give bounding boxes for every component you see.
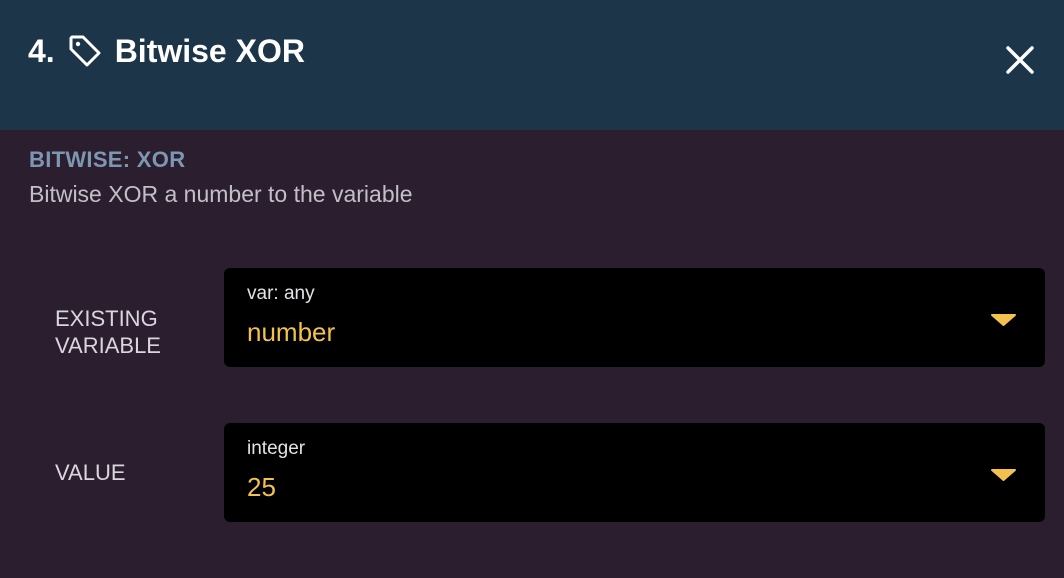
existing-variable-type: var: any: [247, 283, 315, 304]
close-icon: [1006, 46, 1034, 74]
dialog-title: 4. Bitwise XOR: [28, 30, 305, 72]
existing-variable-label: EXISTING VARIABLE: [55, 305, 161, 359]
value-label: VALUE: [55, 460, 126, 485]
dialog-title-text: Bitwise XOR: [114, 32, 305, 69]
existing-variable-select[interactable]: var: any number: [224, 268, 1045, 367]
chevron-down-icon: [991, 469, 1016, 481]
section-title: BITWISE: XOR: [29, 147, 186, 172]
existing-variable-label-line1: EXISTING: [55, 306, 158, 331]
section-description: Bitwise XOR a number to the variable: [29, 181, 413, 207]
existing-variable-label-line2: VARIABLE: [55, 333, 161, 358]
value-select[interactable]: integer 25: [224, 423, 1045, 522]
step-number: 4.: [28, 32, 55, 69]
dialog-body: BITWISE: XOR Bitwise XOR a number to the…: [0, 130, 1064, 578]
tag-icon: [67, 33, 103, 69]
existing-variable-value: number: [247, 317, 336, 347]
dialog-header: 4. Bitwise XOR: [0, 0, 1064, 130]
close-button[interactable]: [996, 38, 1044, 82]
chevron-down-icon: [991, 314, 1016, 326]
value-value: 25: [247, 472, 276, 502]
value-type: integer: [247, 438, 306, 459]
